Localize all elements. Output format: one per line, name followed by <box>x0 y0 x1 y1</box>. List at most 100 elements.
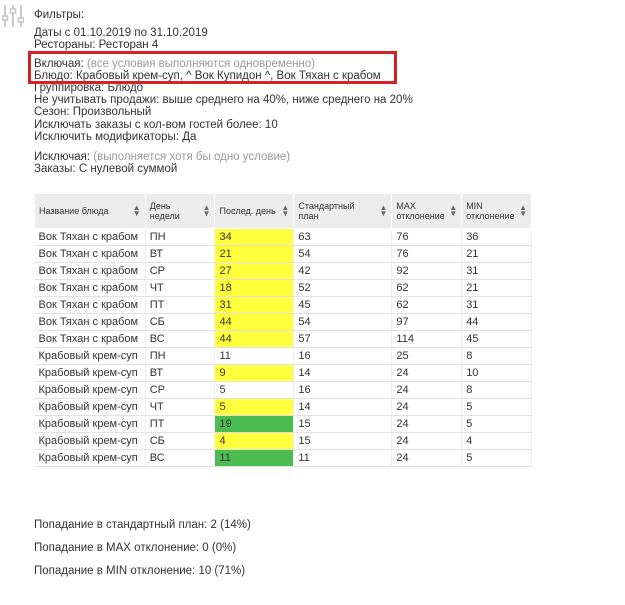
cell-last-day: 11 <box>214 449 295 467</box>
cell-dish-name: Крабовый крем-суп <box>34 347 146 365</box>
sort-icon[interactable]: ▲ ▼ <box>519 204 527 218</box>
cell-weekday: ЧТ <box>145 279 216 297</box>
cell-last-day: 44 <box>214 330 295 348</box>
column-header-plan[interactable]: Стандартный план ▲ ▼ <box>293 193 393 229</box>
cell-last-day: 27 <box>214 262 295 280</box>
cell-min-deviation: 5 <box>461 415 532 433</box>
cell-weekday: ПТ <box>145 415 216 433</box>
cell-weekday: ВС <box>145 449 216 467</box>
cell-last-day: 31 <box>214 296 295 314</box>
table-row: Крабовый крем-суп ВТ 9 14 24 10 <box>34 364 532 382</box>
cell-max-deviation: 24 <box>391 364 463 382</box>
cell-dish-name: Крабовый крем-суп <box>34 415 146 433</box>
cell-max-deviation: 76 <box>391 245 463 263</box>
cell-last-day: 4 <box>214 432 295 450</box>
stat-min-hit: Попадание в MIN отклонение: 10 (71%) <box>34 565 246 577</box>
cell-last-day: 34 <box>214 228 295 246</box>
cell-min-deviation: 44 <box>461 313 532 331</box>
summary-stats: Попадание в стандартный план: 2 (14%) По… <box>34 519 251 588</box>
sort-icon[interactable]: ▲ ▼ <box>380 204 388 218</box>
stat-plan-hit: Попадание в стандартный план: 2 (14%) <box>34 519 251 531</box>
cell-standard-plan: 57 <box>293 330 393 348</box>
cell-weekday: ВС <box>145 330 216 348</box>
sort-icon[interactable]: ▲ ▼ <box>133 204 141 218</box>
cell-last-day: 21 <box>214 245 295 263</box>
filter-exclude-modifiers: Исключить модификаторы: Да <box>34 130 197 143</box>
cell-standard-plan: 54 <box>293 313 393 331</box>
cell-max-deviation: 92 <box>391 262 463 280</box>
filter-season: Сезон: Произвольный <box>34 106 152 119</box>
cell-min-deviation: 5 <box>461 398 532 416</box>
table-row: Вок Тяхан с крабом СБ 44 54 97 44 <box>34 313 532 331</box>
cell-max-deviation: 97 <box>391 313 463 331</box>
cell-last-day: 11 <box>214 347 295 365</box>
cell-standard-plan: 45 <box>293 296 393 314</box>
cell-dish-name: Вок Тяхан с крабом <box>34 313 146 331</box>
cell-standard-plan: 11 <box>293 449 393 467</box>
filter-ignore-sales: Не учитывать продажи: выше среднего на 4… <box>34 94 413 107</box>
cell-standard-plan: 63 <box>293 228 393 246</box>
column-header-name[interactable]: Название блюда ▲ ▼ <box>34 193 146 229</box>
cell-dish-name: Крабовый крем-суп <box>34 398 146 416</box>
cell-max-deviation: 25 <box>391 347 463 365</box>
cell-standard-plan: 16 <box>293 381 393 399</box>
table-row: Крабовый крем-суп СР 5 16 24 8 <box>34 381 532 399</box>
table-header-row: Название блюда ▲ ▼ День недели ▲ ▼ Послед. д… <box>34 193 532 229</box>
filter-exclude-guests: Исключать заказы с кол-вом гостей более:… <box>34 118 278 131</box>
results-table: Название блюда ▲ ▼ День недели ▲ ▼ Послед. д… <box>34 193 532 467</box>
cell-standard-plan: 14 <box>293 364 393 382</box>
column-header-min-deviation[interactable]: MIN отклонение ▲ ▼ <box>461 193 532 229</box>
cell-max-deviation: 76 <box>391 228 463 246</box>
cell-min-deviation: 31 <box>461 262 532 280</box>
cell-standard-plan: 52 <box>293 279 393 297</box>
cell-dish-name: Крабовый крем-суп <box>34 449 146 467</box>
cell-min-deviation: 8 <box>461 381 532 399</box>
cell-min-deviation: 4 <box>461 432 532 450</box>
column-header-max-deviation[interactable]: MAX отклонение ▲ ▼ <box>391 193 463 229</box>
column-header-day[interactable]: День недели ▲ ▼ <box>144 193 216 229</box>
table-row: Вок Тяхан с крабом ВС 44 57 114 45 <box>34 330 532 348</box>
cell-weekday: ПТ <box>145 296 216 314</box>
cell-max-deviation: 24 <box>391 398 463 416</box>
cell-max-deviation: 24 <box>391 381 463 399</box>
sort-icon[interactable]: ▲ ▼ <box>449 204 457 218</box>
cell-weekday: СБ <box>145 432 216 450</box>
cell-weekday: ПН <box>145 347 216 365</box>
cell-max-deviation: 62 <box>391 279 463 297</box>
cell-weekday: ЧТ <box>145 398 216 416</box>
cell-last-day: 9 <box>214 364 295 382</box>
table-row: Крабовый крем-суп ЧТ 5 14 24 5 <box>34 398 532 416</box>
cell-max-deviation: 114 <box>391 330 463 348</box>
filter-restaurants: Рестораны: Ресторан 4 <box>34 39 159 52</box>
filter-sliders-icon[interactable] <box>2 3 24 29</box>
exclude-note: (выполняется хотя бы одно условие) <box>93 151 291 164</box>
cell-weekday: СБ <box>145 313 216 331</box>
cell-min-deviation: 10 <box>461 364 532 382</box>
cell-last-day: 19 <box>214 415 295 433</box>
cell-dish-name: Вок Тяхан с крабом <box>34 228 146 246</box>
cell-min-deviation: 36 <box>461 228 532 246</box>
cell-weekday: СР <box>145 381 216 399</box>
sort-icon[interactable]: ▲ ▼ <box>281 204 289 218</box>
table-row: Вок Тяхан с крабом ПН 34 63 76 36 <box>34 228 532 246</box>
exclude-label: Исключая: <box>34 151 91 164</box>
column-header-last-day[interactable]: Послед. день ▲ ▼ <box>214 193 295 229</box>
filter-dates: Даты с 01.10.2019 по 31.10.2019 <box>34 27 208 40</box>
cell-dish-name: Крабовый крем-суп <box>34 381 146 399</box>
cell-dish-name: Вок Тяхан с крабом <box>34 330 146 348</box>
cell-dish-name: Вок Тяхан с крабом <box>34 279 146 297</box>
cell-max-deviation: 24 <box>391 449 463 467</box>
stat-max-hit: Попадание в MAX отклонение: 0 (0%) <box>34 542 237 554</box>
cell-min-deviation: 21 <box>461 279 532 297</box>
filters-label: Фильтры: <box>34 9 85 21</box>
filters-summary: Фильтры: Даты с 01.10.2019 по 31.10.2019… <box>34 9 614 175</box>
cell-max-deviation: 24 <box>391 415 463 433</box>
cell-min-deviation: 21 <box>461 245 532 263</box>
filter-orders: Заказы: С нулевой суммой <box>34 163 178 176</box>
cell-weekday: ВТ <box>145 245 216 263</box>
cell-weekday: СР <box>145 262 216 280</box>
cell-min-deviation: 31 <box>461 296 532 314</box>
cell-last-day: 44 <box>214 313 295 331</box>
table-row: Крабовый крем-суп ПН 11 16 25 8 <box>34 347 532 365</box>
sort-icon[interactable]: ▲ ▼ <box>203 204 211 218</box>
